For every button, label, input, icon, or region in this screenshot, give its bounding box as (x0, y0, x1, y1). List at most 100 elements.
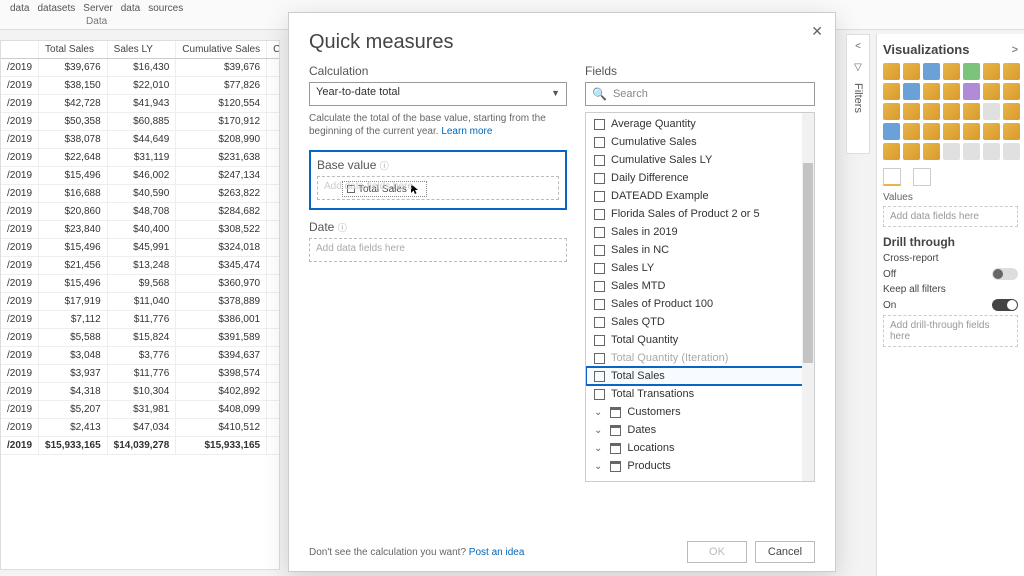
ok-button[interactable]: OK (687, 541, 747, 563)
table-row[interactable]: /2019$3,937$11,776$398,574 (1, 365, 280, 383)
viz-type-icon[interactable] (923, 63, 940, 80)
table-row[interactable]: /2019$20,860$48,708$284,682 (1, 203, 280, 221)
table-row[interactable]: /2019$3,048$3,776$394,637 (1, 347, 280, 365)
viz-type-icon[interactable] (903, 123, 920, 140)
table-row[interactable]: /2019$16,688$40,590$263,822 (1, 185, 280, 203)
viz-type-icon[interactable] (923, 143, 940, 160)
fields-list[interactable]: Average QuantityCumulative SalesCumulati… (585, 112, 815, 482)
table-row[interactable]: /2019$42,728$41,943$120,554 (1, 95, 280, 113)
info-icon[interactable]: ⓘ (338, 223, 347, 233)
data-table-visual[interactable]: Total SalesSales LYCumulative SalesCumul… (0, 40, 280, 570)
field-item[interactable]: Average Quantity (586, 115, 814, 133)
viz-type-icon[interactable] (943, 63, 960, 80)
drill-through-well[interactable]: Add drill-through fields here (883, 315, 1018, 347)
field-item[interactable]: Florida Sales of Product 2 or 5 (586, 205, 814, 223)
viz-type-icon[interactable] (943, 123, 960, 140)
viz-type-icon[interactable] (983, 123, 1000, 140)
table-header[interactable]: Total Sales (39, 41, 108, 59)
info-icon[interactable]: ⓘ (380, 161, 389, 171)
table-row[interactable]: /2019$50,358$60,885$170,912 (1, 113, 280, 131)
viz-type-icon[interactable] (1003, 103, 1020, 120)
field-item[interactable]: Total Quantity (Iteration) (586, 349, 814, 367)
table-row[interactable]: /2019$22,648$31,119$231,638 (1, 149, 280, 167)
learn-more-link[interactable]: Learn more (441, 126, 492, 137)
field-item[interactable]: Cumulative Sales LY (586, 151, 814, 169)
table-header[interactable]: Cumul (267, 41, 280, 59)
viz-type-icon[interactable] (963, 63, 980, 80)
table-row[interactable]: /2019$2,413$47,034$410,512 (1, 419, 280, 437)
ribbon-item[interactable]: data (121, 3, 140, 14)
table-row[interactable]: /2019$38,150$22,010$77,826 (1, 77, 280, 95)
post-idea-link[interactable]: Post an idea (469, 547, 525, 558)
calculation-dropdown[interactable]: Year-to-date total (309, 82, 567, 106)
viz-type-icon[interactable] (903, 103, 920, 120)
table-header[interactable]: Cumulative Sales (176, 41, 267, 59)
scrollbar-thumb[interactable] (803, 163, 813, 363)
viz-type-icon[interactable] (883, 63, 900, 80)
table-row[interactable]: /2019$5,207$31,981$408,099 (1, 401, 280, 419)
ribbon-item[interactable]: sources (148, 3, 183, 14)
viz-type-icon[interactable] (983, 83, 1000, 100)
field-item[interactable]: Total Quantity (586, 331, 814, 349)
format-tab-icon[interactable] (913, 168, 931, 186)
field-table[interactable]: Dates (586, 421, 814, 439)
table-row[interactable]: /2019$38,078$44,649$208,990 (1, 131, 280, 149)
table-row[interactable]: /2019$15,496$9,568$360,970 (1, 275, 280, 293)
viz-type-icon[interactable] (943, 103, 960, 120)
viz-type-icon[interactable] (883, 83, 900, 100)
viz-type-icon[interactable] (903, 143, 920, 160)
viz-type-icon[interactable] (963, 103, 980, 120)
base-value-dropzone[interactable]: Add data fields here Total Sales (317, 176, 559, 200)
table-row[interactable]: /2019$5,588$15,824$391,589 (1, 329, 280, 347)
viz-type-icon[interactable] (1003, 63, 1020, 80)
cross-report-toggle[interactable] (992, 268, 1018, 280)
table-row[interactable]: /2019$15,496$45,991$324,018 (1, 239, 280, 257)
viz-type-icon[interactable] (923, 83, 940, 100)
field-item[interactable]: Daily Difference (586, 169, 814, 187)
field-item[interactable]: Sales QTD (586, 313, 814, 331)
fields-search-input[interactable]: 🔍 Search (585, 82, 815, 106)
values-well[interactable]: Add data fields here (883, 206, 1018, 227)
table-row[interactable]: /2019$21,456$13,248$345,474 (1, 257, 280, 275)
table-row[interactable]: /2019$39,676$16,430$39,676 (1, 59, 280, 77)
viz-type-icon[interactable] (883, 103, 900, 120)
viz-type-icon[interactable] (1003, 123, 1020, 140)
table-row[interactable]: /2019$15,496$46,002$247,134 (1, 167, 280, 185)
table-row[interactable]: /2019$23,840$40,400$308,522 (1, 221, 280, 239)
viz-type-icon[interactable] (883, 143, 900, 160)
field-item[interactable]: Total Transations (586, 385, 814, 403)
field-item[interactable]: Sales of Product 100 (586, 295, 814, 313)
table-row[interactable]: /2019$4,318$10,304$402,892 (1, 383, 280, 401)
viz-type-icon[interactable] (903, 83, 920, 100)
table-row[interactable]: /2019$17,919$11,040$378,889 (1, 293, 280, 311)
viz-type-icon[interactable] (903, 63, 920, 80)
viz-type-icon[interactable] (943, 83, 960, 100)
viz-type-icon[interactable] (1003, 143, 1020, 160)
field-item[interactable]: Sales in 2019 (586, 223, 814, 241)
field-item[interactable]: Sales MTD (586, 277, 814, 295)
viz-type-icon[interactable] (963, 143, 980, 160)
viz-type-icon[interactable] (1003, 83, 1020, 100)
field-table[interactable]: Customers (586, 403, 814, 421)
viz-type-icon[interactable] (983, 143, 1000, 160)
cancel-button[interactable]: Cancel (755, 541, 815, 563)
viz-type-icon[interactable] (883, 123, 900, 140)
ribbon-item[interactable]: data (10, 3, 29, 14)
field-item[interactable]: Total Sales (586, 367, 814, 385)
filters-pane-collapsed[interactable]: < ▽ Filters (846, 34, 870, 154)
field-item[interactable]: Cumulative Sales (586, 133, 814, 151)
fields-tab-icon[interactable] (883, 168, 901, 186)
table-row[interactable]: /2019$7,112$11,776$386,001 (1, 311, 280, 329)
viz-type-icon[interactable] (923, 103, 940, 120)
viz-type-icon[interactable] (963, 83, 980, 100)
field-table[interactable]: Products (586, 457, 814, 475)
ribbon-item[interactable]: Server (83, 3, 112, 14)
table-header[interactable]: Sales LY (107, 41, 176, 59)
close-icon[interactable]: ✕ (811, 23, 823, 40)
table-header[interactable] (1, 41, 39, 59)
field-item[interactable]: Sales in NC (586, 241, 814, 259)
viz-type-icon[interactable] (963, 123, 980, 140)
field-item[interactable]: DATEADD Example (586, 187, 814, 205)
chevron-right-icon[interactable]: > (1012, 44, 1018, 56)
date-dropzone[interactable]: Add data fields here (309, 238, 567, 262)
